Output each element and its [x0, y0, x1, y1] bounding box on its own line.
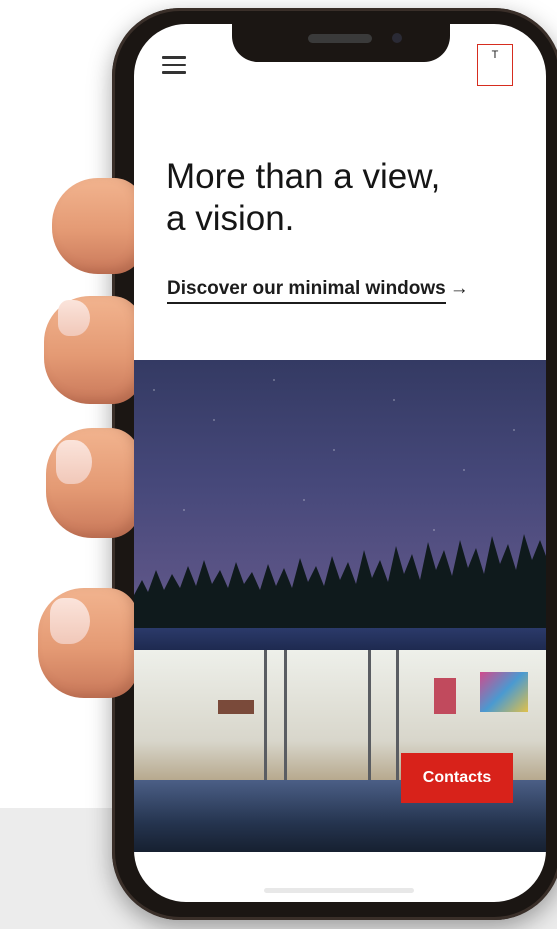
headline-line-2: a vision.: [166, 199, 295, 238]
speaker-grille: [308, 34, 372, 43]
arrow-right-icon: →: [449, 278, 469, 299]
wall-artwork: [434, 678, 456, 714]
window-mullion: [396, 650, 399, 780]
window-mullion: [368, 650, 371, 780]
discover-link-text: Discover our minimal windows: [167, 278, 446, 304]
fingernail-1: [58, 300, 90, 336]
headline-line-1: More than a view,: [166, 157, 441, 196]
window-mullion: [264, 650, 267, 780]
wall-artwork: [480, 672, 528, 712]
house-roof: [134, 628, 546, 650]
fingernail-2: [56, 440, 92, 484]
discover-windows-link[interactable]: Discover our minimal windows →: [167, 278, 469, 304]
interior-furniture: [218, 700, 254, 714]
front-camera: [392, 33, 402, 43]
contacts-button[interactable]: Contacts: [401, 753, 513, 803]
logo-letter: T: [491, 49, 499, 61]
phone-notch: [232, 24, 450, 62]
window-mullion: [284, 650, 287, 780]
finger-1: [52, 178, 144, 274]
home-indicator: [264, 888, 414, 893]
hero-headline: More than a view, a vision.: [166, 156, 506, 240]
hamburger-menu-icon[interactable]: [162, 56, 186, 76]
fingernail-3: [50, 598, 90, 644]
brand-logo[interactable]: T: [477, 44, 513, 86]
